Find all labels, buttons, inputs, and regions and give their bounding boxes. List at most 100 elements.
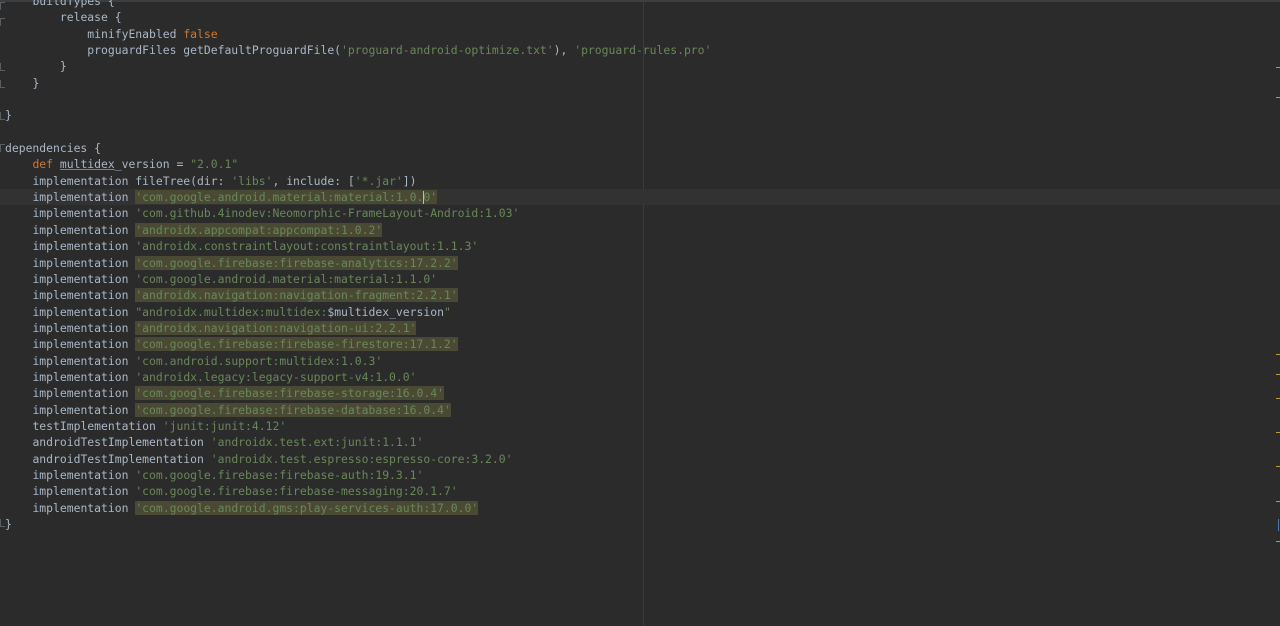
code-token: implementation [32, 271, 136, 286]
code-token: 'androidx.navigation:navigation-ui:2.2.1… [135, 320, 417, 335]
code-line[interactable]: implementation 'com.google.android.mater… [5, 271, 1280, 287]
code-token: 'com.google.android.gms:play-services-au… [135, 500, 479, 515]
stripe-mark[interactable] [1276, 466, 1280, 467]
code-line[interactable]: implementation 'com.google.firebase:fire… [5, 385, 1280, 401]
code-line[interactable]: } [5, 516, 1280, 532]
code-line[interactable]: implementation 'com.android.support:mult… [5, 353, 1280, 369]
code-area[interactable]: buildTypes { release { minifyEnabled fal… [0, 0, 1280, 532]
code-line[interactable]: implementation 'com.google.firebase:fire… [5, 483, 1280, 499]
code-line[interactable]: implementation 'androidx.navigation:navi… [5, 320, 1280, 336]
code-token: 'androidx.test.espresso:espresso-core:3.… [210, 451, 513, 466]
code-line[interactable]: dependencies { [5, 140, 1280, 156]
stripe-mark[interactable] [1276, 354, 1280, 355]
code-line[interactable]: implementation 'com.google.firebase:fire… [5, 336, 1280, 352]
code-token: 'proguard-rules.pro' [574, 43, 712, 58]
code-line[interactable]: implementation 'com.google.android.gms:p… [5, 500, 1280, 516]
code-line[interactable]: implementation 'com.google.firebase:fire… [5, 402, 1280, 418]
code-token: implementation [32, 484, 136, 499]
code-line[interactable]: implementation fileTree(dir: 'libs', inc… [5, 173, 1280, 189]
code-token: androidTestImplementation [32, 451, 211, 466]
code-token: } [59, 59, 67, 74]
code-token: "androidx.multidex:multidex: [135, 304, 328, 319]
code-line[interactable]: def multidex_version = "2.0.1" [5, 156, 1280, 172]
code-line[interactable]: } [5, 58, 1280, 74]
code-line[interactable]: implementation 'androidx.navigation:navi… [5, 287, 1280, 303]
code-token: implementation [32, 239, 136, 254]
stripe-mark[interactable] [1276, 374, 1280, 375]
code-line[interactable]: proguardFiles getDefaultProguardFile('pr… [5, 42, 1280, 58]
code-token: implementation [32, 386, 136, 401]
code-token: release { [59, 10, 122, 25]
code-token: $multidex_version [327, 304, 444, 319]
code-token: implementation [32, 369, 136, 384]
code-line[interactable]: implementation 'androidx.constraintlayou… [5, 238, 1280, 254]
code-token: ]) [402, 173, 417, 188]
stripe-mark[interactable] [1276, 501, 1280, 502]
code-token: implementation [32, 304, 136, 319]
code-line[interactable]: release { [5, 9, 1280, 25]
stripe-mark[interactable] [1276, 432, 1280, 433]
error-stripe[interactable] [1274, 0, 1280, 626]
code-line[interactable]: implementation 'com.github.4inodev:Neomo… [5, 205, 1280, 221]
code-token: 'com.google.firebase:firebase-firestore:… [135, 337, 458, 352]
code-token: 'com.google.android.material:material:1.… [135, 190, 438, 205]
code-token: ), [553, 43, 575, 58]
code-token: 'proguard-android-optimize.txt' [341, 43, 554, 58]
code-token: implementation [32, 353, 136, 368]
code-line[interactable]: implementation 'com.google.firebase:fire… [5, 467, 1280, 483]
stripe-mark-caret[interactable] [1278, 519, 1279, 531]
code-line[interactable]: androidTestImplementation 'androidx.test… [5, 434, 1280, 450]
code-line[interactable]: androidTestImplementation 'androidx.test… [5, 451, 1280, 467]
code-token: } [5, 517, 12, 531]
code-token: buildTypes { [32, 0, 115, 8]
code-line[interactable] [5, 124, 1280, 140]
code-line[interactable]: } [5, 75, 1280, 91]
code-line[interactable] [5, 91, 1280, 107]
stripe-mark[interactable] [1276, 97, 1280, 98]
code-token: def [32, 157, 60, 172]
code-editor[interactable]: buildTypes { release { minifyEnabled fal… [0, 0, 1280, 626]
code-token: 'androidx.navigation:navigation-fragment… [135, 288, 458, 303]
code-token: androidTestImplementation [32, 435, 211, 450]
code-token: dir: [197, 173, 232, 188]
code-line[interactable]: minifyEnabled false [5, 26, 1280, 42]
code-line[interactable]: implementation 'com.google.firebase:fire… [5, 255, 1280, 271]
code-token: implementation [32, 255, 136, 270]
code-line[interactable]: } [5, 107, 1280, 123]
code-token: "2.0.1" [190, 157, 239, 172]
code-line[interactable]: implementation 'com.google.android.mater… [0, 189, 1280, 206]
code-token: 'com.google.firebase:firebase-messaging:… [135, 484, 458, 499]
code-line[interactable]: buildTypes { [5, 0, 1280, 9]
code-line[interactable]: testImplementation 'junit:junit:4.12' [5, 418, 1280, 434]
code-line[interactable]: implementation 'androidx.legacy:legacy-s… [5, 369, 1280, 385]
code-token: 'com.google.firebase:firebase-database:1… [135, 402, 451, 417]
code-token: 'com.google.firebase:firebase-analytics:… [135, 255, 458, 270]
code-line[interactable]: implementation "androidx.multidex:multid… [5, 304, 1280, 320]
code-token: '*.jar' [354, 173, 403, 188]
stripe-mark[interactable] [1276, 398, 1280, 399]
stripe-mark[interactable] [1276, 541, 1280, 542]
code-token: implementation [32, 467, 136, 482]
code-line[interactable]: implementation 'androidx.appcompat:appco… [5, 222, 1280, 238]
stripe-mark[interactable] [1276, 67, 1280, 68]
code-token: implementation [32, 288, 136, 303]
